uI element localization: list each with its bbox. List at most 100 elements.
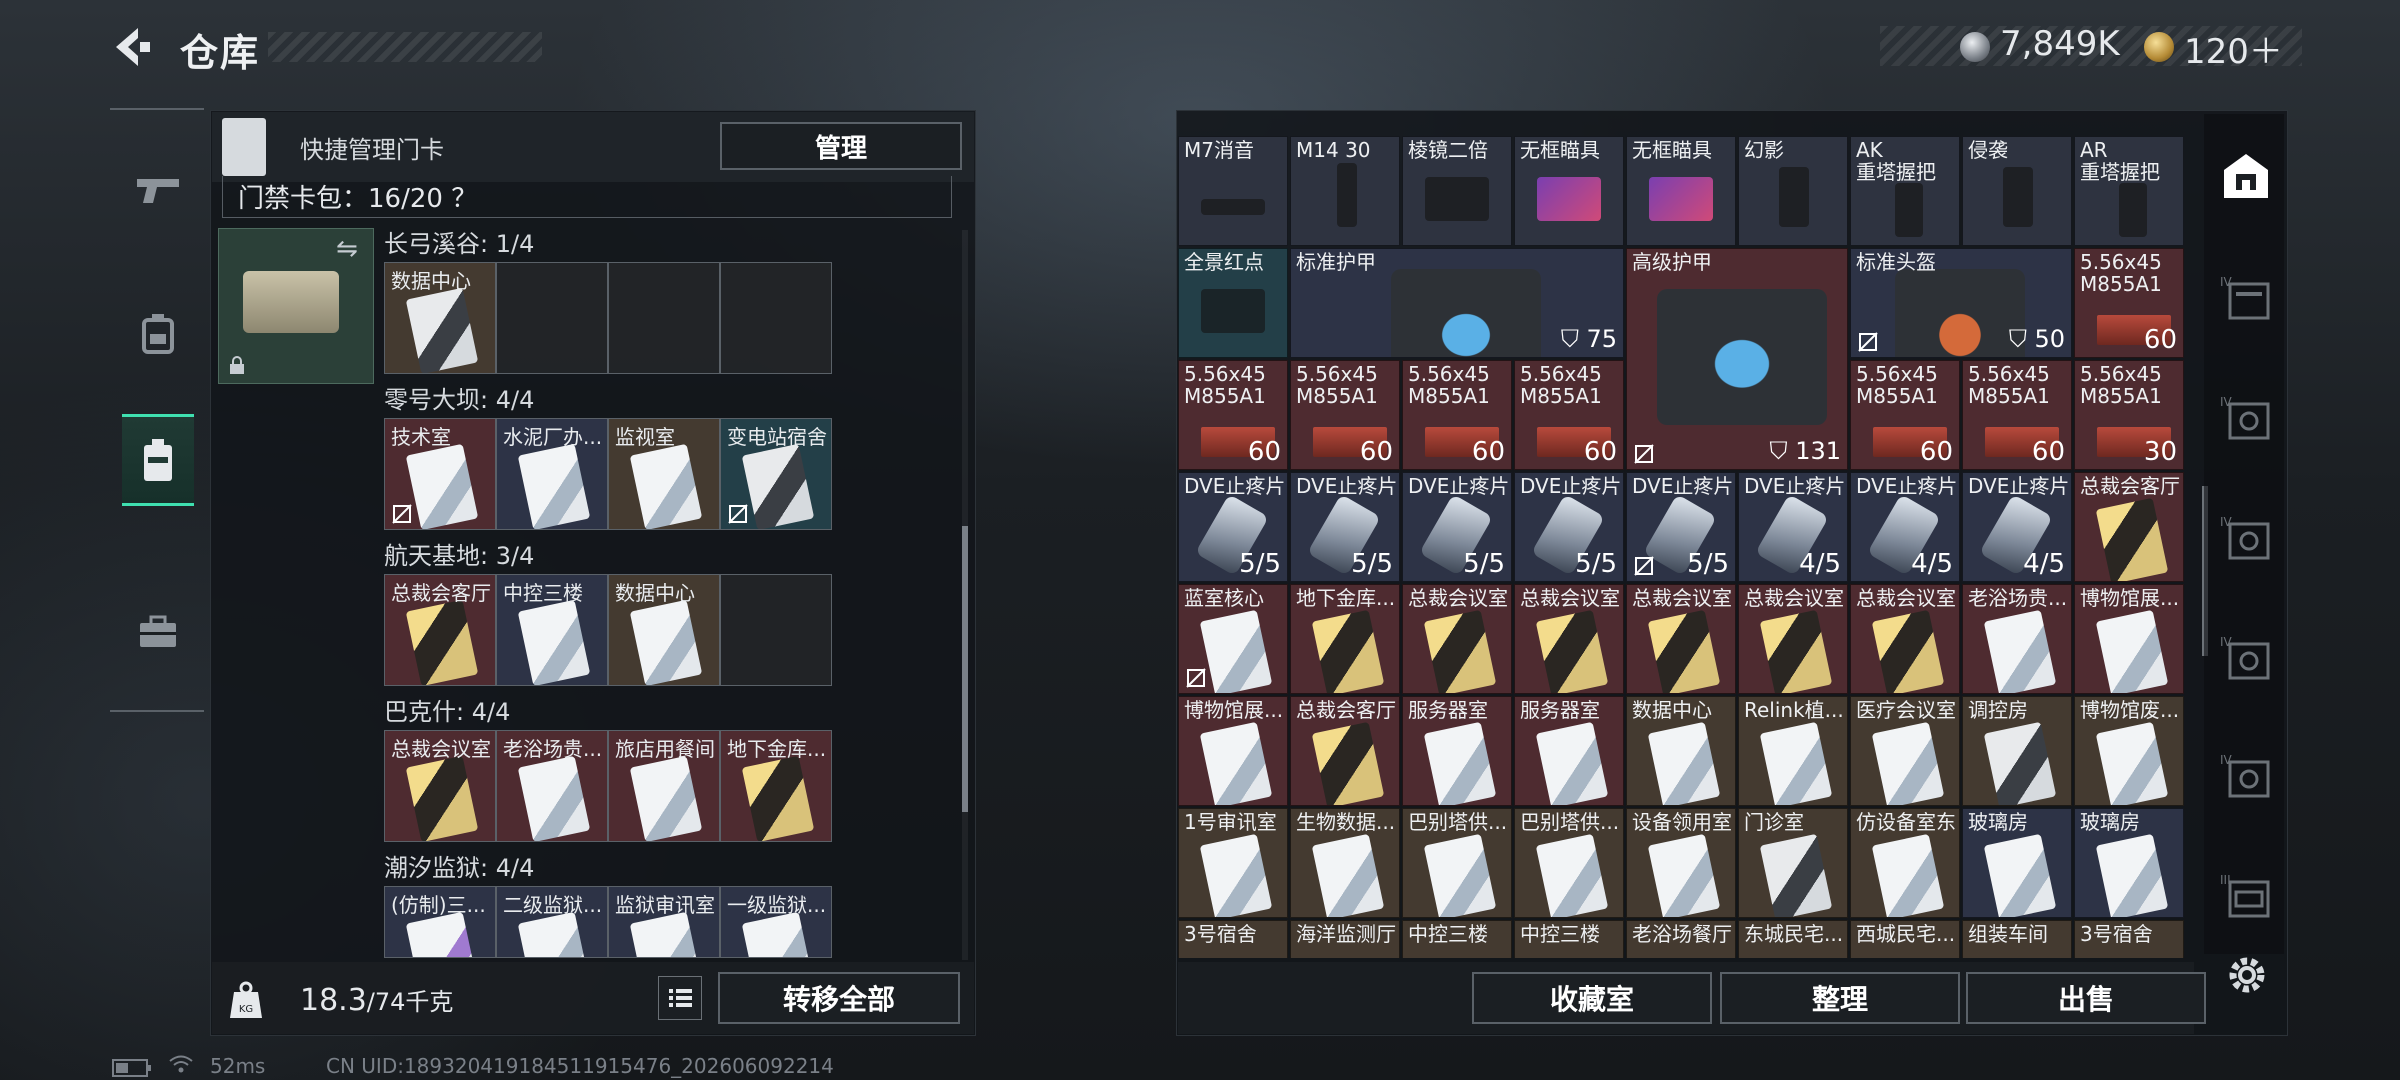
item-grip[interactable]: 幻影 [1738,136,1848,246]
transfer-all-button[interactable]: 转移全部 [718,972,960,1024]
list-view-button[interactable] [658,976,702,1020]
item-keycard[interactable]: 巴别塔供... [1402,808,1512,918]
item-keycard[interactable]: 博物馆展... [2074,584,2184,694]
keycard-slot[interactable]: 老浴场贵... [496,730,608,842]
item-attachment[interactable]: M7消音 [1178,136,1288,246]
item-keycard[interactable]: 服务器室 [1514,696,1624,806]
item-keycard[interactable]: 东城民宅... [1738,920,1848,958]
keycard-slot[interactable]: 旅店用餐间 [608,730,720,842]
keycard-slot[interactable]: 数据中心 [608,574,720,686]
item-grip[interactable]: 侵袭 [1962,136,2072,246]
keycard-slot-empty[interactable] [720,574,832,686]
sell-button[interactable]: 出售 [1966,972,2206,1024]
item-grip[interactable]: AR 重塔握把 [2074,136,2184,246]
item-keycard[interactable]: 总裁会议室 [1738,584,1848,694]
item-keycard[interactable]: 调控房 [1962,696,2072,806]
item-keycard[interactable]: 总裁会客厅 [2074,472,2184,582]
item-keycard[interactable]: 玻璃房 [2074,808,2184,918]
item-keycard[interactable]: 医疗会议室 [1850,696,1960,806]
tab-storage-2[interactable]: IV [2218,270,2274,326]
item-armor-standard[interactable]: 标准护甲 ⛉ 75 [1290,248,1624,358]
keycard-slot[interactable]: 水泥厂办... [496,418,608,530]
item-keycard[interactable]: 3号宿舍 [1178,920,1288,958]
item-ammo[interactable]: 5.56x45 M855A1 60 [1178,360,1288,470]
keycard-slot-empty[interactable] [608,262,720,374]
tab-storage-5[interactable]: IV [2218,630,2274,686]
item-keycard[interactable]: 中控三楼 [1402,920,1512,958]
item-keycard[interactable]: 仿设备室东 [1850,808,1960,918]
item-keycard[interactable]: 总裁会议室 [1514,584,1624,694]
back-button[interactable] [108,24,154,70]
keycard-slot[interactable]: 技术室 [384,418,496,530]
item-keycard[interactable]: 总裁会议室 [1626,584,1736,694]
gold-balance[interactable]: 120＋ [2184,24,2283,73]
keycard-slot[interactable]: 一级监狱... [720,886,832,958]
sort-button[interactable]: 整理 [1720,972,1960,1024]
item-keycard[interactable]: 组装车间 [1962,920,2072,958]
item-keycard[interactable]: 门诊室 [1738,808,1848,918]
item-painkiller[interactable]: DVE止疼片 5/5 [1178,472,1288,582]
item-keycard[interactable]: 老浴场餐厅 [1626,920,1736,958]
item-painkiller[interactable]: DVE止疼片 5/5 [1290,472,1400,582]
item-keycard[interactable]: 玻璃房 [1962,808,2072,918]
keycard-slot-empty[interactable] [496,262,608,374]
item-keycard[interactable]: 1号审讯室 [1178,808,1288,918]
item-red-dot-sight[interactable]: 全景红点 [1178,248,1288,358]
item-keycard[interactable]: 中控三楼 [1514,920,1624,958]
item-sight[interactable]: 无框瞄具 [1626,136,1736,246]
keycard-slot[interactable]: 总裁会客厅 [384,574,496,686]
settings-button[interactable] [2224,952,2270,998]
keycard-slot-empty[interactable] [720,262,832,374]
tab-storage-main[interactable] [2218,148,2274,204]
left-scrollbar-thumb[interactable] [962,526,968,812]
item-painkiller[interactable]: DVE止疼片 5/5 [1514,472,1624,582]
keycard-slot[interactable]: (仿制)三... [384,886,496,958]
item-painkiller[interactable]: DVE止疼片 4/5 [1850,472,1960,582]
item-keycard[interactable]: 地下金库... [1290,584,1400,694]
item-keycard[interactable]: 生物数据... [1290,808,1400,918]
item-keycard[interactable]: 西城民宅... [1850,920,1960,958]
swap-icon[interactable]: ⇋ [336,234,358,264]
nav-backpack[interactable] [122,288,194,380]
item-keycard[interactable]: 海洋监测厅 [1290,920,1400,958]
item-grip[interactable]: AK 重塔握把 [1850,136,1960,246]
item-ammo[interactable]: 5.56x45 M855A1 60 [1850,360,1960,470]
keycard-slot[interactable]: 总裁会议室 [384,730,496,842]
keycard-slot[interactable]: 二级监狱... [496,886,608,958]
nav-weapons[interactable] [122,144,194,236]
item-keycard[interactable]: 设备领用室 [1626,808,1736,918]
item-ammo[interactable]: 5.56x45 M855A1 30 [2074,360,2184,470]
tab-storage-4[interactable]: IV [2218,510,2274,566]
item-keycard[interactable]: 巴别塔供... [1514,808,1624,918]
item-keycard[interactable]: Relink植... [1738,696,1848,806]
item-keycard[interactable]: 服务器室 [1402,696,1512,806]
manage-button[interactable]: 管理 [720,122,962,170]
item-ammo[interactable]: 5.56x45 M855A1 60 [1962,360,2072,470]
item-painkiller[interactable]: DVE止疼片 5/5 [1626,472,1736,582]
tab-storage-7[interactable]: III [2218,868,2274,924]
tab-storage-6[interactable]: IV [2218,748,2274,804]
item-ammo[interactable]: 5.56x45 M855A1 60 [1514,360,1624,470]
item-keycard[interactable]: 老浴场贵... [1962,584,2072,694]
item-keycard[interactable]: 博物馆废... [2074,696,2184,806]
item-keycard[interactable]: 总裁会客厅 [1290,696,1400,806]
item-keycard[interactable]: 蓝室核心 [1178,584,1288,694]
nav-keycard[interactable] [122,414,194,506]
card-pack-count[interactable]: 门禁卡包：16/20 ？ [238,178,477,215]
item-ammo[interactable]: 5.56x45 M855A1 60 [2074,248,2184,358]
collection-room-button[interactable]: 收藏室 [1472,972,1712,1024]
keycard-slot[interactable]: 变电站宿舍 [720,418,832,530]
item-ammo[interactable]: 5.56x45 M855A1 60 [1290,360,1400,470]
keycard-slot[interactable]: 监狱审讯室 [608,886,720,958]
item-keycard[interactable]: 博物馆展... [1178,696,1288,806]
item-magazine[interactable]: M14 30 [1290,136,1400,246]
keycard-slot[interactable]: 中控三楼 [496,574,608,686]
item-keycard[interactable]: 3号宿舍 [2074,920,2184,958]
item-sight[interactable]: 无框瞄具 [1514,136,1624,246]
item-armor-advanced[interactable]: 高级护甲 ⛉ 131 [1626,248,1848,470]
item-painkiller[interactable]: DVE止疼片 4/5 [1962,472,2072,582]
item-helmet-standard[interactable]: 标准头盔 ⛉ 50 [1850,248,2072,358]
item-painkiller[interactable]: DVE止疼片 4/5 [1738,472,1848,582]
tab-storage-3[interactable]: IV [2218,390,2274,446]
item-ammo[interactable]: 5.56x45 M855A1 60 [1402,360,1512,470]
